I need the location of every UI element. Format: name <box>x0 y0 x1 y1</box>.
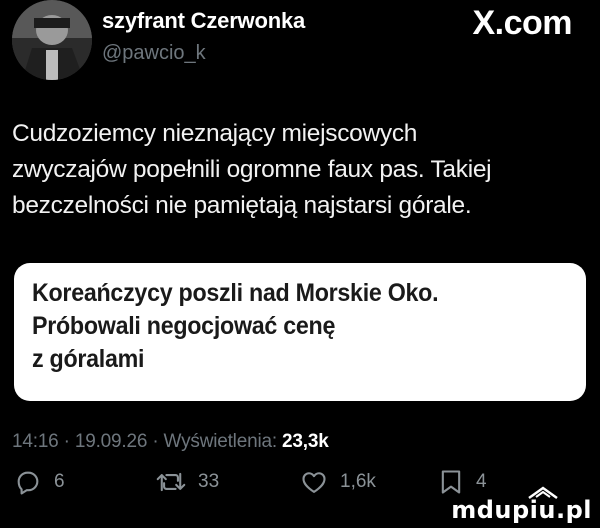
quote-line: Koreańczycy poszli nad Morskie Oko. <box>32 279 439 307</box>
reply-icon <box>17 471 39 495</box>
tweet-text: Cudzoziemcy nieznający miejscowych zwycz… <box>12 116 592 224</box>
author-name[interactable]: szyfrant Czerwonka <box>102 8 305 34</box>
views-count: 23,3k <box>282 431 329 452</box>
reply-count: 6 <box>54 471 65 492</box>
brand-label: X.com <box>472 4 572 42</box>
avatar[interactable] <box>12 0 92 80</box>
avatar-photo <box>12 0 92 80</box>
bookmark-count: 4 <box>476 471 487 492</box>
tweet-text-line: zwyczajów popełnili ogromne faux pas. Ta… <box>12 156 492 183</box>
bookmark-icon <box>441 470 461 494</box>
tweet-text-line: Cudzoziemcy nieznający miejscowych <box>12 120 418 147</box>
tweet-time[interactable]: 14:16 <box>12 431 59 452</box>
meta-separator: · <box>63 431 75 452</box>
repost-icon <box>156 472 186 492</box>
quote-line: z góralami <box>32 345 145 373</box>
author-handle[interactable]: @pawcio_k <box>102 42 206 65</box>
quote-card[interactable]: Koreańczycy poszli nad Morskie Oko. Prób… <box>14 263 586 401</box>
like-count: 1,6k <box>340 471 376 492</box>
tweet-date[interactable]: 19.09.26 <box>75 431 148 452</box>
quote-line: Próbowali negocjować cenę <box>32 312 336 340</box>
views-label: Wyświetlenia: <box>163 431 278 452</box>
tweet-meta: 14:16 · 19.09.26 · Wyświetlenia: 23,3k <box>12 431 329 453</box>
like-button[interactable]: 1,6k <box>300 462 376 502</box>
meta-separator: · <box>152 431 164 452</box>
tweet-text-line: bezczelności nie pamiętają najstarsi gór… <box>12 192 472 219</box>
repost-count: 33 <box>198 471 220 492</box>
quote-text: Koreańczycy poszli nad Morskie Oko. Prób… <box>32 277 590 376</box>
watermark-logo: mdupiu.pl <box>451 496 592 524</box>
repost-button[interactable]: 33 <box>156 462 219 502</box>
reply-button[interactable]: 6 <box>14 462 65 502</box>
heart-icon <box>302 472 326 493</box>
